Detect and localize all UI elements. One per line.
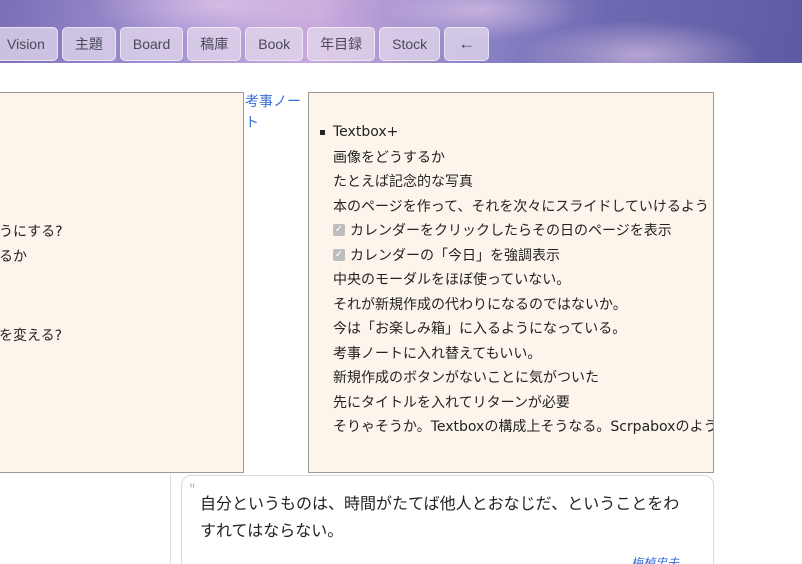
note-line: 考事ノートに入れ替えてもいい。 [333, 345, 542, 362]
note-line: 中央のモーダルをほぼ使っていない。 [333, 272, 571, 289]
nav-button-stock[interactable]: Stock [379, 27, 441, 61]
nav-button-draft-store[interactable]: 稿庫 [187, 27, 242, 61]
note-line: それが新規作成の代わりになるのではないか。 [333, 296, 627, 313]
left-text-line: を変える? [0, 328, 63, 344]
left-textbox[interactable]: うにする? るか を変える? [0, 92, 244, 473]
note-line: 画像をどうするか [333, 149, 445, 166]
left-text-line: るか [0, 249, 27, 265]
back-arrow-button[interactable]: ← [444, 27, 490, 61]
nav-button-book[interactable]: Book [245, 27, 304, 61]
quote-card: " 自分というものは、時間がたてば他人とおなじだ、ということをわすれてはならない… [181, 475, 714, 564]
checklist-item: ✓ カレンダーの「今日」を強調表示 [319, 243, 713, 268]
note-line: 新規作成のボタンがないことに気がついた [333, 370, 599, 387]
nav-button-vision[interactable]: Vision [0, 27, 58, 61]
checklist-item-label: カレンダーをクリックしたらその日のページを表示 [350, 223, 672, 240]
checkbox-checked-icon[interactable]: ✓ [333, 224, 345, 237]
left-text-line: うにする? [0, 224, 63, 240]
nav-button-yearly-index[interactable]: 年目録 [307, 27, 376, 61]
quote-mark-icon: " [189, 482, 196, 498]
nav-button-theme[interactable]: 主題 [61, 27, 116, 61]
note-line: そりゃそうか。Textboxの構成上そうなる。Scrpaboxのよう [333, 419, 714, 436]
thinking-note-link[interactable]: 考事ノート [245, 92, 305, 134]
note-line: 先にタイトルを入れてリターンが必要 [333, 394, 570, 411]
quote-author-link[interactable]: 梅棹忠夫 [631, 554, 679, 564]
note-title: Textbox+ [333, 124, 399, 141]
nav-button-board[interactable]: Board [119, 27, 184, 61]
checklist-item-label: カレンダーの「今日」を強調表示 [350, 247, 560, 264]
bullet-icon [320, 129, 325, 135]
divider [170, 474, 171, 564]
header-banner: Vision 主題 Board 稿庫 Book 年目録 Stock ← [0, 0, 802, 63]
note-list: Textbox+ 画像をどうするか たとえば記念的な写真 本のページを作って、そ… [319, 120, 714, 439]
note-textbox[interactable]: Textbox+ 画像をどうするか たとえば記念的な写真 本のページを作って、そ… [308, 92, 714, 473]
note-line: たとえば記念的な写真 [333, 174, 473, 191]
top-nav: Vision 主題 Board 稿庫 Book 年目録 Stock ← [0, 27, 490, 61]
checklist-item: ✓ カレンダーをクリックしたらその日のページを表示 [319, 218, 713, 243]
note-line: 今は「お楽しみ箱」に入るようになっている。 [333, 321, 627, 338]
quote-text: 自分というものは、時間がたてば他人とおなじだ、ということをわすれてはならない。 [200, 494, 680, 540]
checkbox-checked-icon[interactable]: ✓ [333, 248, 345, 261]
note-line: 本のページを作って、それを次々にスライドしていけるよう [333, 198, 709, 215]
note-title-row: Textbox+ [319, 120, 713, 145]
